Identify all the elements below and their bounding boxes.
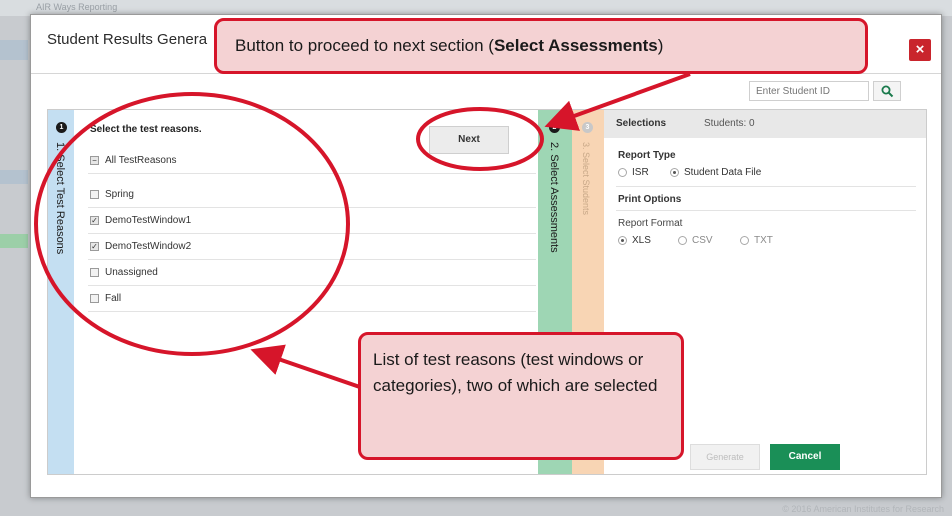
all-test-reasons-row[interactable]: − All TestReasons bbox=[88, 148, 536, 174]
close-button[interactable]: × bbox=[909, 39, 931, 61]
student-data-file-radio[interactable] bbox=[670, 168, 679, 177]
students-count: Students: 0 bbox=[704, 118, 755, 129]
all-test-reasons-label: All TestReasons bbox=[105, 155, 177, 166]
divider bbox=[616, 186, 916, 187]
test-reason-label: Spring bbox=[105, 189, 134, 200]
all-test-reasons-checkbox[interactable]: − bbox=[90, 156, 99, 165]
search-button[interactable] bbox=[873, 81, 901, 101]
txt-radio[interactable] bbox=[740, 236, 749, 245]
test-reason-label: DemoTestWindow2 bbox=[105, 241, 192, 252]
test-reason-row[interactable]: Unassigned bbox=[88, 260, 536, 286]
test-reason-label: Unassigned bbox=[105, 267, 158, 278]
test-reasons-callout: List of test reasons (test windows or ca… bbox=[358, 332, 684, 460]
callout-text: ) bbox=[657, 36, 664, 55]
test-reason-checkbox[interactable]: ✓ bbox=[90, 242, 99, 251]
step-1-label: 1. Select Test Reasons bbox=[54, 142, 66, 255]
step-1-tab[interactable]: 1 1. Select Test Reasons bbox=[48, 110, 74, 474]
selections-title: Selections bbox=[616, 118, 667, 129]
test-reason-label: DemoTestWindow1 bbox=[105, 215, 192, 226]
step-3-label: 3. Select Students bbox=[581, 142, 591, 216]
background-header-text: AIR Ways Reporting bbox=[36, 2, 118, 12]
test-reason-row[interactable]: ✓ DemoTestWindow2 bbox=[88, 234, 536, 260]
isr-radio[interactable] bbox=[618, 168, 627, 177]
step-3-number: 3 bbox=[582, 122, 593, 133]
student-id-input[interactable] bbox=[749, 81, 869, 101]
csv-radio[interactable] bbox=[678, 236, 687, 245]
txt-label: TXT bbox=[754, 235, 773, 246]
test-reason-row[interactable]: ✓ DemoTestWindow1 bbox=[88, 208, 536, 234]
step-2-label: 2. Select Assessments bbox=[548, 142, 560, 253]
background-nav-strip bbox=[0, 170, 28, 184]
xls-radio[interactable] bbox=[618, 236, 627, 245]
test-reason-checkbox[interactable] bbox=[90, 268, 99, 277]
report-format-label: Report Format bbox=[618, 218, 683, 229]
callout-text: Button to proceed to next section ( bbox=[235, 36, 494, 55]
modal-title: Student Results Genera bbox=[47, 31, 208, 48]
test-reason-row[interactable]: Fall bbox=[88, 286, 536, 312]
search-icon bbox=[881, 85, 894, 98]
generate-button[interactable]: Generate bbox=[690, 444, 760, 470]
next-button-callout: Button to proceed to next section (Selec… bbox=[214, 18, 868, 74]
divider bbox=[616, 210, 916, 211]
test-reasons-title: Select the test reasons. bbox=[90, 124, 202, 135]
callout-bold-text: Select Assessments bbox=[493, 36, 658, 55]
background-nav-strip bbox=[0, 40, 28, 60]
background-nav-strip bbox=[0, 234, 28, 248]
step-2-number: 2 bbox=[549, 122, 560, 133]
test-reason-checkbox[interactable] bbox=[90, 294, 99, 303]
cancel-button[interactable]: Cancel bbox=[770, 444, 840, 470]
test-reason-row[interactable]: Spring bbox=[88, 182, 536, 208]
print-options-heading: Print Options bbox=[618, 194, 682, 205]
selections-header: Selections Students: 0 bbox=[604, 110, 926, 138]
report-type-heading: Report Type bbox=[618, 150, 676, 161]
test-reason-checkbox[interactable] bbox=[90, 190, 99, 199]
copyright-text: © 2016 American Institutes for Research bbox=[782, 504, 944, 514]
step-1-number: 1 bbox=[56, 122, 67, 133]
student-data-file-label: Student Data File bbox=[684, 167, 762, 178]
test-reason-label: Fall bbox=[105, 293, 122, 304]
csv-label: CSV bbox=[692, 235, 713, 246]
isr-label: ISR bbox=[632, 167, 649, 178]
xls-label: XLS bbox=[632, 235, 651, 246]
callout-text: List of test reasons (test windows or ca… bbox=[373, 350, 658, 395]
test-reason-checkbox[interactable]: ✓ bbox=[90, 216, 99, 225]
